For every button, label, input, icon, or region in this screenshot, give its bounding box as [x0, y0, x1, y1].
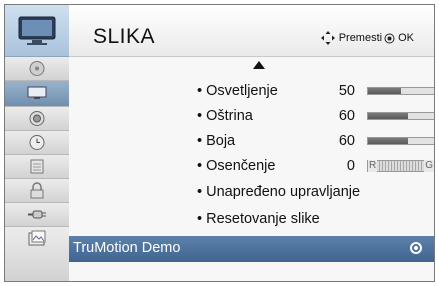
picture-menu-window: SLIKA Premesti OK • Osvetljenje 50 • Ošt…	[4, 4, 435, 282]
selected-row-label: TruMotion Demo	[73, 240, 181, 256]
setting-row-picture-reset[interactable]: • Resetovanje slike	[69, 207, 434, 231]
menu-header: SLIKA Premesti OK	[69, 5, 434, 57]
sidebar-item-time[interactable]	[5, 131, 69, 155]
tv-logo-tile	[5, 5, 69, 57]
tint-slider[interactable]: R G	[367, 160, 434, 172]
level-fill	[368, 88, 401, 94]
move-hint-label: Premesti	[338, 32, 383, 44]
picture-tv-icon	[27, 86, 47, 99]
sidebar-item-audio[interactable]	[5, 57, 69, 81]
setting-row-color[interactable]: • Boja 60	[69, 129, 434, 153]
sidebar-item-sound[interactable]	[5, 107, 69, 131]
setting-row-advanced-control[interactable]: • Unapređeno upravljanje	[69, 180, 434, 204]
sidebar-item-media[interactable]	[5, 227, 69, 281]
level-fill	[368, 113, 408, 119]
options-grid-icon	[30, 159, 44, 174]
sidebar-item-picture[interactable]	[5, 81, 69, 107]
setting-value: 50	[338, 83, 355, 99]
level-bar[interactable]	[367, 112, 434, 120]
sidebar-item-input[interactable]	[5, 203, 69, 227]
setting-label: • Oštrina	[197, 108, 253, 124]
level-bar[interactable]	[367, 87, 434, 95]
sidebar-item-options[interactable]	[5, 155, 69, 179]
setting-label: • Boja	[197, 133, 236, 149]
clock-icon	[29, 135, 45, 150]
selected-row-trumotion-demo[interactable]: TruMotion Demo	[69, 236, 434, 262]
setting-label: • Resetovanje slike	[197, 211, 320, 227]
tint-green-label: G	[424, 160, 434, 172]
setting-label: • Osenčenje	[197, 158, 276, 174]
ok-hint-label: OK	[398, 32, 414, 44]
tint-red-label: R	[368, 160, 378, 172]
ok-select-icon[interactable]	[410, 242, 422, 254]
input-plug-icon	[28, 210, 46, 219]
setting-value: 0	[346, 158, 355, 174]
page-title: SLIKA	[93, 25, 156, 48]
setting-label: • Unapređeno upravljanje	[197, 184, 361, 200]
sidebar-item-lock[interactable]	[5, 179, 69, 203]
tv-icon	[18, 16, 56, 45]
setting-row-sharpness[interactable]: • Oštrina 60	[69, 104, 434, 128]
setting-label: • Osvetljenje	[197, 83, 278, 99]
setting-value: 60	[338, 133, 355, 149]
setting-value: 60	[338, 108, 355, 124]
move-arrows-icon	[320, 31, 335, 45]
disc-icon	[29, 61, 45, 76]
level-bar[interactable]	[367, 137, 434, 145]
lock-icon	[30, 182, 44, 199]
navigation-hint: Premesti OK	[320, 31, 414, 45]
speaker-icon	[29, 111, 45, 126]
setting-row-tint[interactable]: • Osenčenje 0 R G	[69, 154, 434, 178]
setting-row-brightness[interactable]: • Osvetljenje 50	[69, 79, 434, 103]
scroll-up-icon[interactable]	[253, 61, 265, 69]
ok-button-icon	[384, 33, 395, 43]
category-sidebar	[5, 5, 69, 281]
level-fill	[368, 138, 408, 144]
photo-media-icon	[28, 230, 46, 246]
